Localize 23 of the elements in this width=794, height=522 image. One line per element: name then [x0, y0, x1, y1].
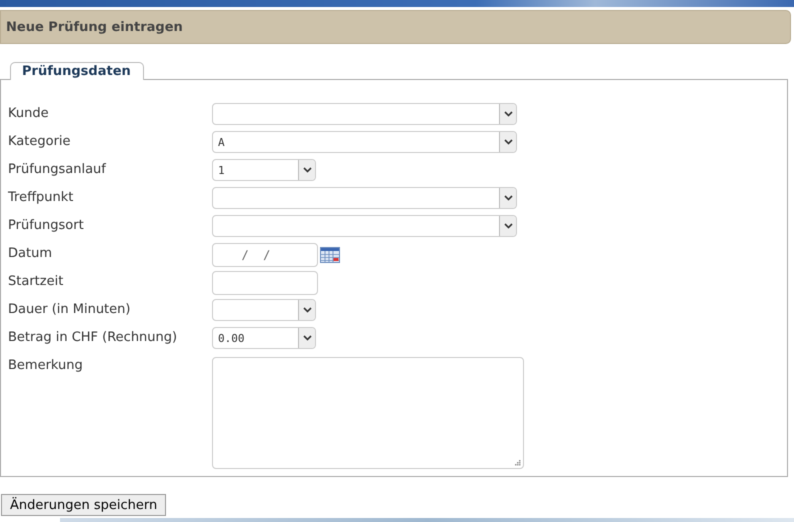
field-label: Kategorie — [7, 133, 72, 151]
field-label: Kunde — [7, 105, 50, 123]
field-label: Prüfungsort — [7, 217, 85, 235]
field-label: Betrag in CHF (Rechnung) — [7, 329, 178, 347]
save-button[interactable]: Änderungen speichern — [1, 494, 166, 516]
dropdown-value: 0.00 — [217, 332, 244, 344]
dropdown[interactable]: 1 — [212, 159, 316, 181]
calendar-icon[interactable] — [320, 247, 340, 263]
field-label: Dauer (in Minuten) — [7, 301, 132, 319]
resize-grip-icon[interactable] — [514, 459, 521, 466]
field-label: Bemerkung — [7, 357, 84, 375]
dropdown[interactable]: 0.00 — [212, 327, 316, 349]
date-field[interactable]: / / — [212, 243, 318, 267]
field-label: Treffpunkt — [7, 189, 74, 207]
tab[interactable]: Prüfungsdaten — [10, 62, 144, 80]
field-label: Datum — [7, 245, 53, 263]
text-field[interactable] — [212, 271, 318, 295]
dropdown-value: A — [217, 136, 225, 148]
page-title: Neue Prüfung eintragen — [6, 20, 183, 34]
field-label: Startzeit — [7, 273, 64, 291]
field-label: Prüfungsanlauf — [7, 161, 108, 179]
dropdown-value: 1 — [217, 164, 225, 176]
dropdown[interactable]: A — [212, 131, 517, 153]
